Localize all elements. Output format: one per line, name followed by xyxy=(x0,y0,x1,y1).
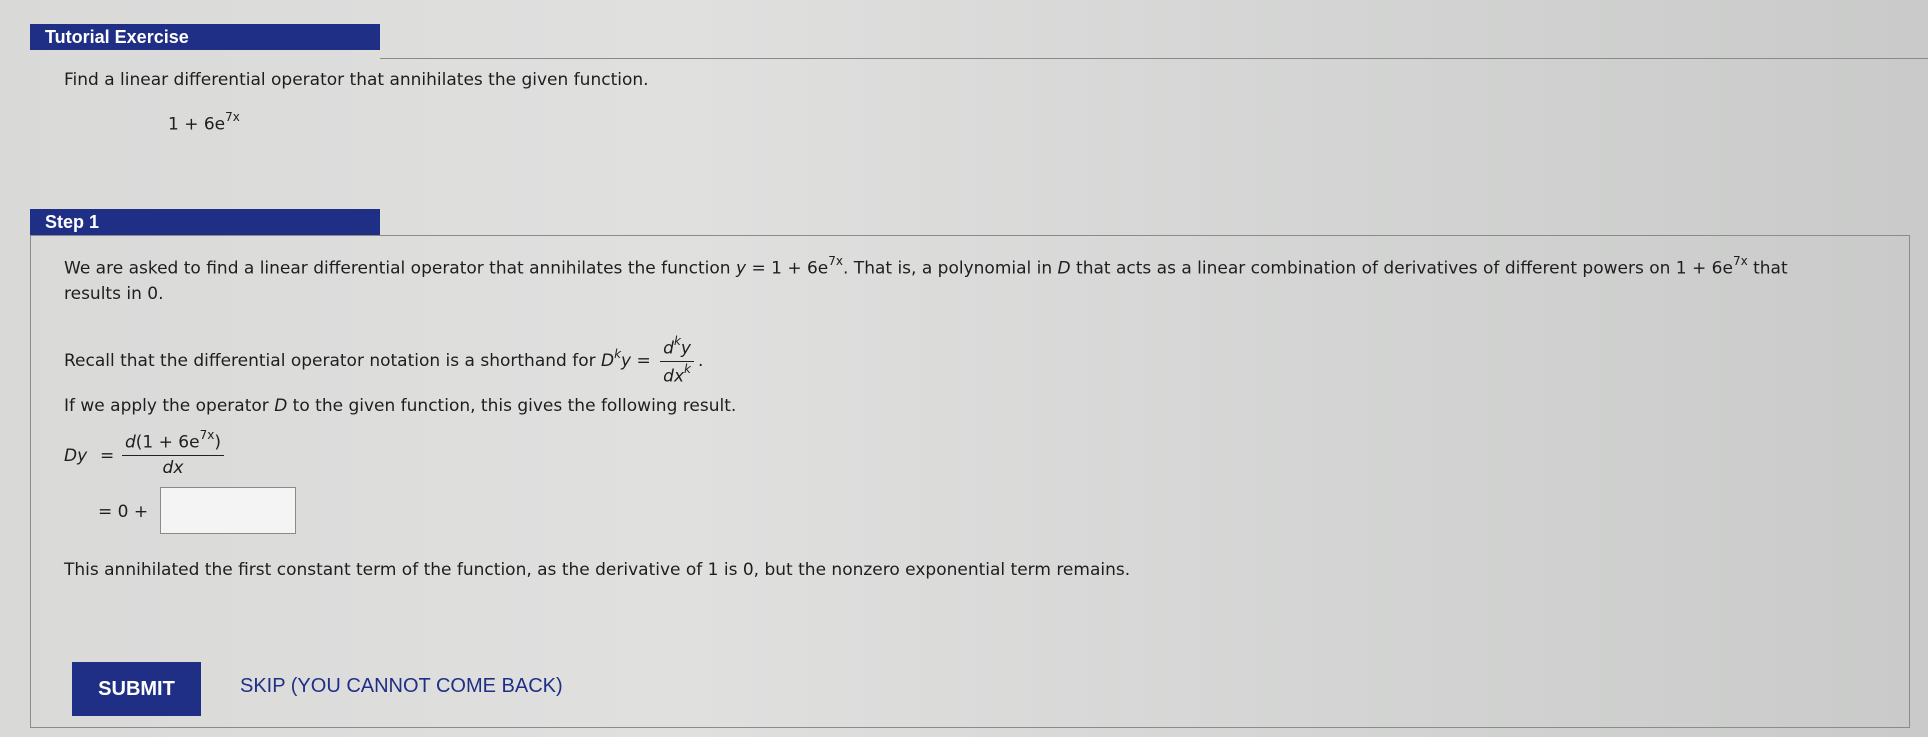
result-line-prefix: = 0 + xyxy=(98,502,149,522)
apply-operator-text: If we apply the operator D to the given … xyxy=(64,396,736,416)
derivative-fraction: dky dxk xyxy=(660,334,694,387)
exponent: 7x xyxy=(199,428,215,442)
given-function-base: 1 + 6e xyxy=(168,114,226,135)
answer-input[interactable] xyxy=(160,487,296,534)
step-1-header: Step 1 xyxy=(30,209,380,235)
fraction-denominator: dxk xyxy=(660,362,694,387)
text-segment: that xyxy=(1747,258,1788,279)
math-var-D: D xyxy=(1057,258,1071,279)
math-var-y: y xyxy=(680,338,691,359)
submit-button[interactable]: SUBMIT xyxy=(72,662,201,716)
exercise-prompt: Find a linear differential operator that… xyxy=(64,70,649,90)
text-segment: Recall that the differential operator no… xyxy=(64,351,601,372)
tutorial-exercise-header: Tutorial Exercise xyxy=(30,24,380,50)
math-var-d: d xyxy=(663,338,674,359)
math-var-k: k xyxy=(673,334,681,348)
header-divider xyxy=(380,58,1928,59)
exponent-k: k xyxy=(684,362,691,376)
math-var-dx: dx xyxy=(663,366,685,387)
text-segment: ) xyxy=(214,432,221,453)
step-1-panel xyxy=(30,235,1910,728)
math-var-y: y xyxy=(621,351,632,372)
derivative-fraction: d(1 + 6e7x) dx xyxy=(122,428,224,478)
recall-notation: Recall that the differential operator no… xyxy=(64,334,704,387)
conclusion-text: This annihilated the first constant term… xyxy=(64,560,1131,580)
equals-sign: = xyxy=(631,351,657,372)
exponent-k: k xyxy=(674,334,681,348)
exponent: 7x xyxy=(1732,254,1748,268)
math-var-k: k xyxy=(614,346,622,361)
text-segment: = 1 + 6e xyxy=(746,258,829,279)
math-var-d: d xyxy=(125,432,136,453)
fraction-denominator: dx xyxy=(122,456,224,478)
fraction-numerator: d(1 + 6e7x) xyxy=(122,428,224,456)
text-segment: We are asked to find a linear differenti… xyxy=(64,258,736,279)
given-function-exponent: 7x xyxy=(225,110,240,124)
given-function: 1 + 6e7x xyxy=(168,110,240,135)
text-segment: to the given function, this gives the fo… xyxy=(287,396,737,416)
fraction-numerator: dky xyxy=(660,334,694,362)
step-explanation-line-2: results in 0. xyxy=(64,284,164,304)
text-segment: . That is, a polynomial in xyxy=(843,258,1058,279)
dy-left-side: Dy xyxy=(64,446,87,466)
step-explanation-line-1: We are asked to find a linear differenti… xyxy=(64,254,1788,279)
period: . xyxy=(697,351,704,372)
skip-link[interactable]: SKIP (YOU CANNOT COME BACK) xyxy=(240,675,563,698)
text-segment: (1 + 6e xyxy=(135,432,200,453)
dy-fraction: d(1 + 6e7x) dx xyxy=(118,428,228,478)
text-segment: that acts as a linear combination of der… xyxy=(1070,258,1733,279)
equals-sign: = xyxy=(100,446,115,466)
math-var-y: y xyxy=(735,258,747,279)
exponent-k: k xyxy=(614,347,621,361)
math-var-D: D xyxy=(601,351,615,372)
exponent: 7x xyxy=(828,254,843,268)
math-var-k: k xyxy=(684,361,691,376)
math-expression-Dy: Dy xyxy=(64,446,88,466)
text-segment: If we apply the operator xyxy=(64,396,275,416)
math-var-dx: dx xyxy=(162,457,184,478)
math-var-D: D xyxy=(274,396,288,416)
